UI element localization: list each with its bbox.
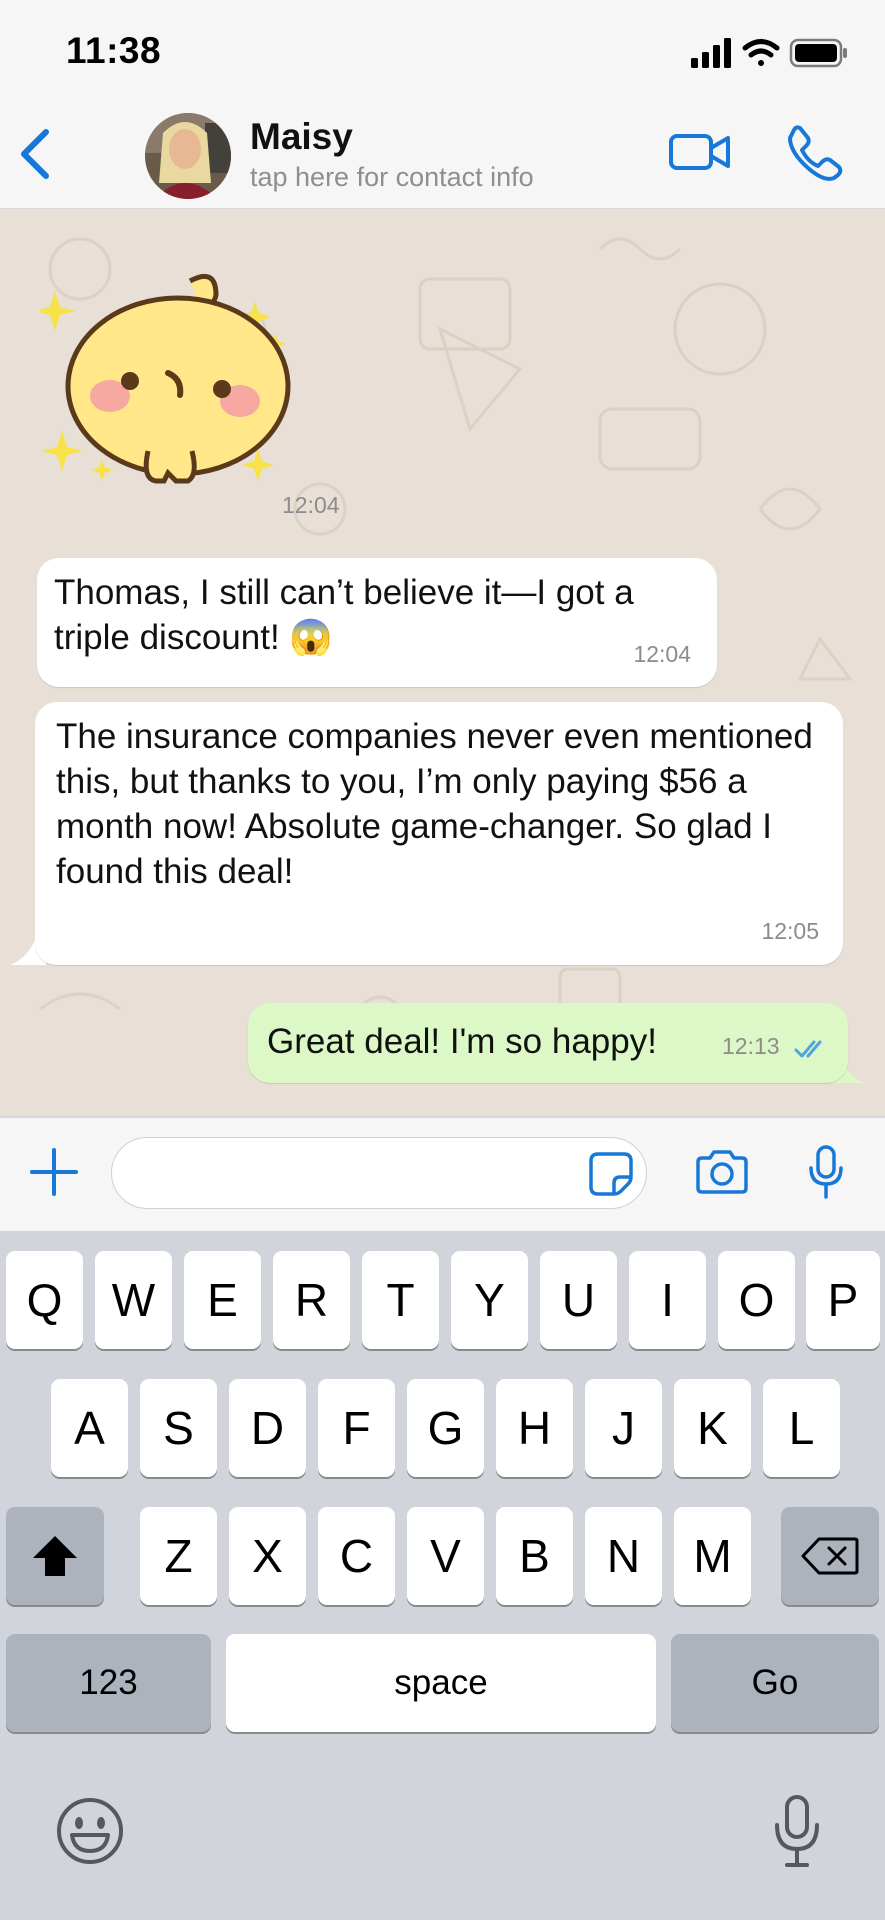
key-z[interactable]: Z [140,1507,217,1605]
message-text: The insurance companies never even menti… [56,717,813,891]
shift-key[interactable] [6,1507,104,1605]
key-o[interactable]: O [718,1251,795,1349]
key-j[interactable]: J [585,1379,662,1477]
key-r[interactable]: R [273,1251,350,1349]
key-m[interactable]: M [674,1507,751,1605]
key-b[interactable]: B [496,1507,573,1605]
message-time: 12:05 [761,918,819,944]
numbers-key[interactable]: 123 [6,1634,211,1732]
message-text: Thomas, I still can’t believe it—I got a… [54,573,634,657]
key-k[interactable]: K [674,1379,751,1477]
key-f[interactable]: F [318,1379,395,1477]
key-v[interactable]: V [407,1507,484,1605]
key-s[interactable]: S [140,1379,217,1477]
chat-area[interactable]: 12:04 Thomas, I still can’t believe it—I… [0,209,885,1116]
read-receipt-icon [794,1040,822,1058]
message-composer [0,1117,885,1232]
key-n[interactable]: N [585,1507,662,1605]
go-key[interactable]: Go [671,1634,879,1732]
chat-header: 11:38 Maisy tap here for contact info [0,0,885,209]
key-d[interactable]: D [229,1379,306,1477]
key-u[interactable]: U [540,1251,617,1349]
space-key[interactable]: space [226,1634,656,1732]
message-time: 12:04 [282,492,340,518]
status-time: 11:38 [66,30,162,71]
contact-avatar[interactable] [145,113,231,199]
contact-name[interactable]: Maisy [250,116,353,158]
message-time: 12:04 [633,641,691,667]
key-a[interactable]: A [51,1379,128,1477]
key-x[interactable]: X [229,1507,306,1605]
on-screen-keyboard: Q W E R T Y U I O P A S D F G H J K L Z … [0,1231,885,1920]
dictation-microphone-icon[interactable] [770,1793,824,1871]
key-q[interactable]: Q [6,1251,83,1349]
incoming-message-bubble[interactable]: Thomas, I still can’t believe it—I got a… [37,558,717,687]
message-input[interactable] [111,1137,647,1209]
emoji-icon[interactable] [54,1795,126,1867]
key-h[interactable]: H [496,1379,573,1477]
signal-icon [691,38,731,68]
message-text: Great deal! I'm so happy! [267,1022,657,1061]
key-l[interactable]: L [763,1379,840,1477]
contact-info-hint[interactable]: tap here for contact info [250,162,534,193]
outgoing-message-bubble[interactable]: Great deal! I'm so happy! 12:13 [248,1003,848,1083]
key-y[interactable]: Y [451,1251,528,1349]
camera-icon[interactable] [694,1148,750,1196]
backspace-key[interactable] [781,1507,879,1605]
incoming-message-bubble[interactable]: The insurance companies never even menti… [35,702,843,965]
key-i[interactable]: I [629,1251,706,1349]
message-time: 12:13 [722,1033,780,1059]
status-icons [691,38,847,68]
key-e[interactable]: E [184,1251,261,1349]
attach-plus-icon[interactable] [28,1146,80,1198]
battery-icon [789,38,847,68]
key-p[interactable]: P [806,1251,880,1349]
wifi-icon [742,39,780,66]
shift-arrow-icon [33,1536,77,1576]
microphone-icon[interactable] [806,1144,846,1200]
key-g[interactable]: G [407,1379,484,1477]
video-call-icon[interactable] [668,128,732,176]
back-chevron-icon[interactable] [10,122,58,186]
sticker-message[interactable] [40,261,300,501]
key-c[interactable]: C [318,1507,395,1605]
key-t[interactable]: T [362,1251,439,1349]
sticker-icon[interactable] [588,1151,634,1197]
key-w[interactable]: W [95,1251,172,1349]
voice-call-icon[interactable] [784,122,844,182]
backspace-icon [801,1537,859,1575]
